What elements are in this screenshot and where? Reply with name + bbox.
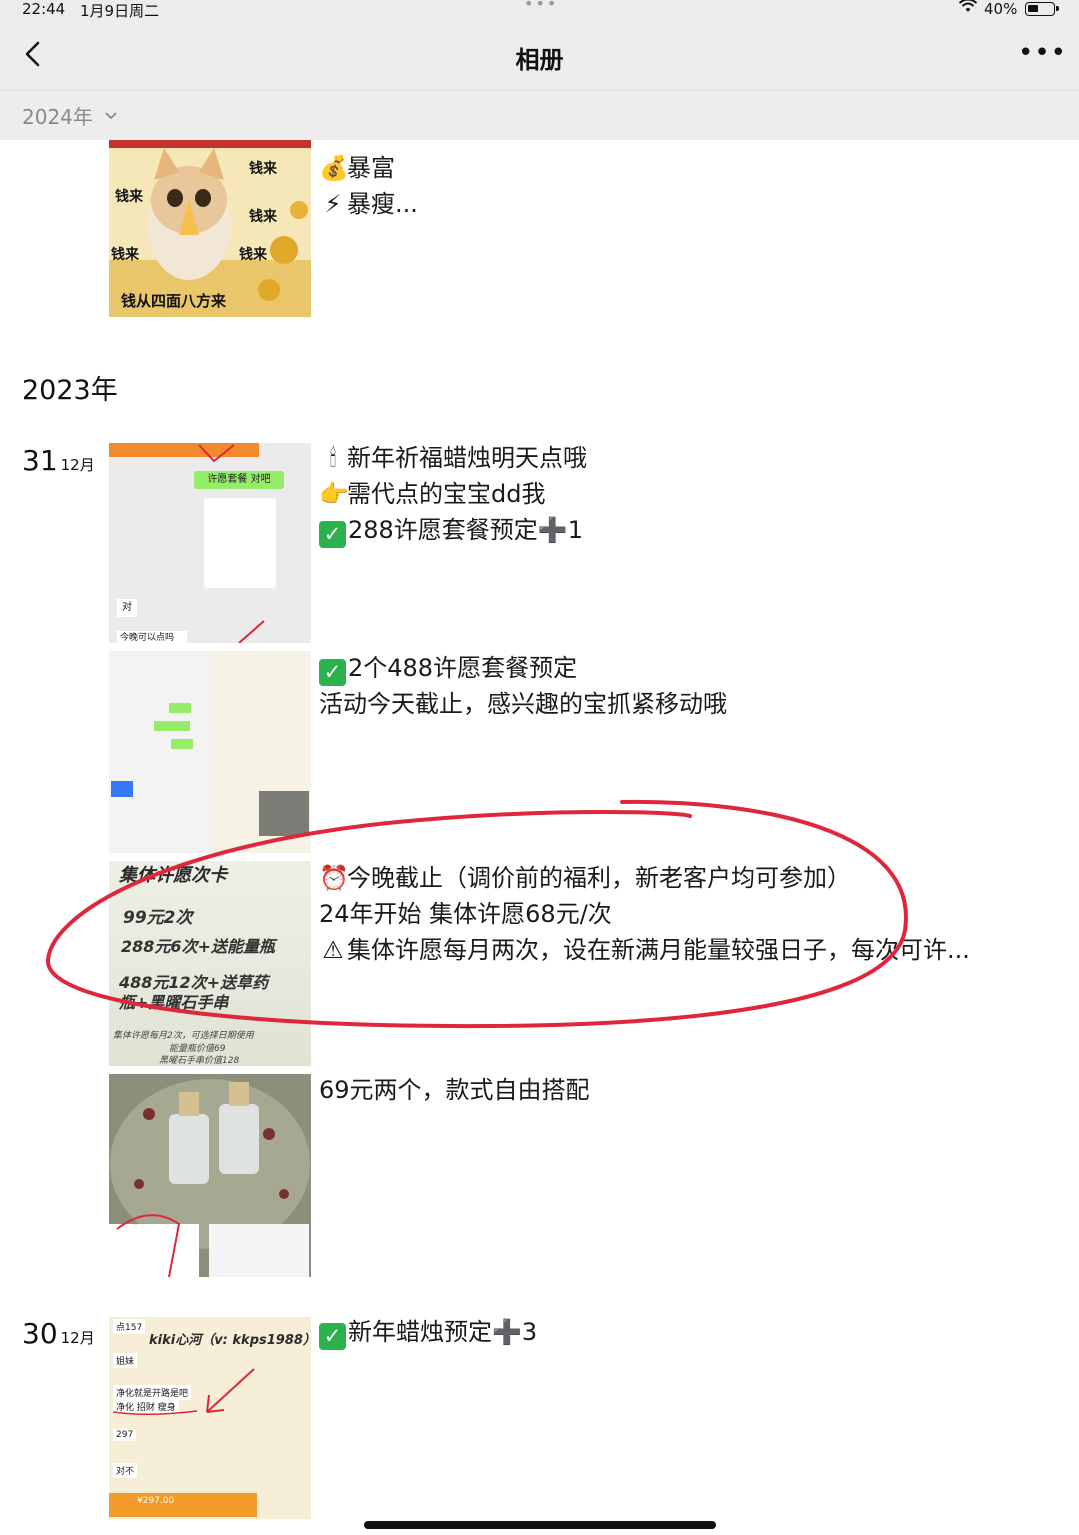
post-text[interactable]: ✓ 2个488许愿套餐预定 活动今天截止，感兴趣的宝抓紧移动哦 xyxy=(319,650,727,722)
money-bag-icon: 💰 xyxy=(319,154,349,182)
album-feed[interactable]: 钱来 钱来 钱来 钱来 钱来 钱从四面八方来 💰暴富 ⚡ 暴瘦... 2023年 … xyxy=(0,140,1079,1535)
card-line: 瓶+黑曜石手串 xyxy=(119,993,229,1012)
battery-icon xyxy=(1025,2,1059,16)
year-selector[interactable]: 2024年 xyxy=(0,90,1079,140)
post-text[interactable]: ⏰今晚截止（调价前的福利，新老客户均可参加） 24年开始 集体许愿68元/次 ⚠… xyxy=(319,860,970,968)
more-options-icon[interactable]: ••• xyxy=(1018,38,1067,68)
post-line: 💰暴富 xyxy=(319,150,418,186)
post-image-cat[interactable]: 钱来 钱来 钱来 钱来 钱来 钱从四面八方来 xyxy=(109,140,311,317)
home-indicator[interactable] xyxy=(364,1521,716,1529)
card-line: 99元2次 xyxy=(123,908,193,928)
post-line: ✓ 2个488许愿套餐预定 xyxy=(319,650,727,686)
card-line: 288元6次+送能量瓶 xyxy=(121,937,275,956)
post-image-wish-card[interactable]: 集体许愿次卡 99元2次 288元6次+送能量瓶 488元12次+送草药 瓶+黑… xyxy=(109,861,311,1066)
card-note: 集体许愿每月2次，可选择日期使用 xyxy=(113,1031,254,1041)
post-line: ✓ 288许愿套餐预定➕1 xyxy=(319,512,587,548)
battery-percent: 40% xyxy=(984,0,1018,18)
image-caption-qianlai-5: 钱来 xyxy=(239,247,267,263)
post-line: 🕯 新年祈福蜡烛明天点哦 xyxy=(319,440,587,476)
post-image-chat-2[interactable] xyxy=(109,651,311,853)
post-line: 活动今天截止，感兴趣的宝抓紧移动哦 xyxy=(319,690,727,718)
post-line: 👉需代点的宝宝dd我 xyxy=(319,476,587,512)
post-text-top[interactable]: 💰暴富 ⚡ 暴瘦... xyxy=(319,150,418,222)
post-line: ✓ 新年蜡烛预定➕3 xyxy=(319,1314,537,1350)
year-heading: 2023年 xyxy=(22,375,118,406)
post-text[interactable]: ✓ 新年蜡烛预定➕3 xyxy=(319,1314,537,1350)
check-mark-icon: ✓ xyxy=(319,521,346,548)
pointing-hand-icon: 👉 xyxy=(319,480,349,508)
post-image-bottles[interactable] xyxy=(109,1074,311,1277)
lightning-icon: ⚡ xyxy=(324,190,342,218)
page-title: 相册 xyxy=(515,46,564,74)
image-caption-qianlai-2: 钱来 xyxy=(115,189,143,205)
year-selector-label: 2024年 xyxy=(22,105,93,129)
day-label: 30 12月 xyxy=(22,1317,95,1350)
card-note: 黑曜石手串价值128 xyxy=(159,1056,240,1066)
post-line: 24年开始 集体许愿68元/次 xyxy=(319,900,612,928)
check-mark-icon: ✓ xyxy=(319,659,346,686)
post-line: ⏰今晚截止（调价前的福利，新老客户均可参加） xyxy=(319,860,970,896)
multitask-dots-icon[interactable]: ••• xyxy=(524,0,558,13)
post-text[interactable]: 69元两个，款式自由搭配 xyxy=(319,1072,590,1108)
post-image-chat-3[interactable]: kiki心河（v: kkps1988） 点157 姐妹 净化就是开路是吧 净化 … xyxy=(109,1317,311,1519)
alarm-clock-icon: ⏰ xyxy=(319,864,349,892)
image-caption-bottom: 钱从四面八方来 xyxy=(121,292,227,310)
post-image-chat[interactable]: 许愿套餐 对吧 对 今晚可以点吗 xyxy=(109,443,311,643)
warning-icon: ⚠ xyxy=(322,936,344,964)
post-line: ⚡ 暴瘦... xyxy=(319,186,418,222)
image-caption-qianlai: 钱来 xyxy=(249,161,277,177)
status-date: 1月9日周二 xyxy=(80,2,160,20)
candle-icon: 🕯 xyxy=(329,444,337,472)
card-title: 集体许愿次卡 xyxy=(119,865,227,886)
day-label: 31 12月 xyxy=(22,444,95,477)
check-mark-icon: ✓ xyxy=(319,1323,346,1350)
post-line: ⚠ 集体许愿每月两次，设在新满月能量较强日子，每次可许... xyxy=(319,932,970,968)
nav-bar: 相册 ••• xyxy=(0,20,1079,90)
chevron-down-icon xyxy=(104,107,118,120)
image-caption-qianlai-4: 钱来 xyxy=(111,247,139,263)
post-line: 69元两个，款式自由搭配 xyxy=(319,1076,590,1104)
status-time: 22:44 xyxy=(22,0,66,18)
post-text[interactable]: 🕯 新年祈福蜡烛明天点哦 👉需代点的宝宝dd我 ✓ 288许愿套餐预定➕1 xyxy=(319,440,587,548)
status-bar: 22:44 1月9日周二 ••• 40% xyxy=(0,0,1079,20)
image-caption-qianlai-3: 钱来 xyxy=(249,209,277,225)
wifi-icon xyxy=(958,0,978,18)
